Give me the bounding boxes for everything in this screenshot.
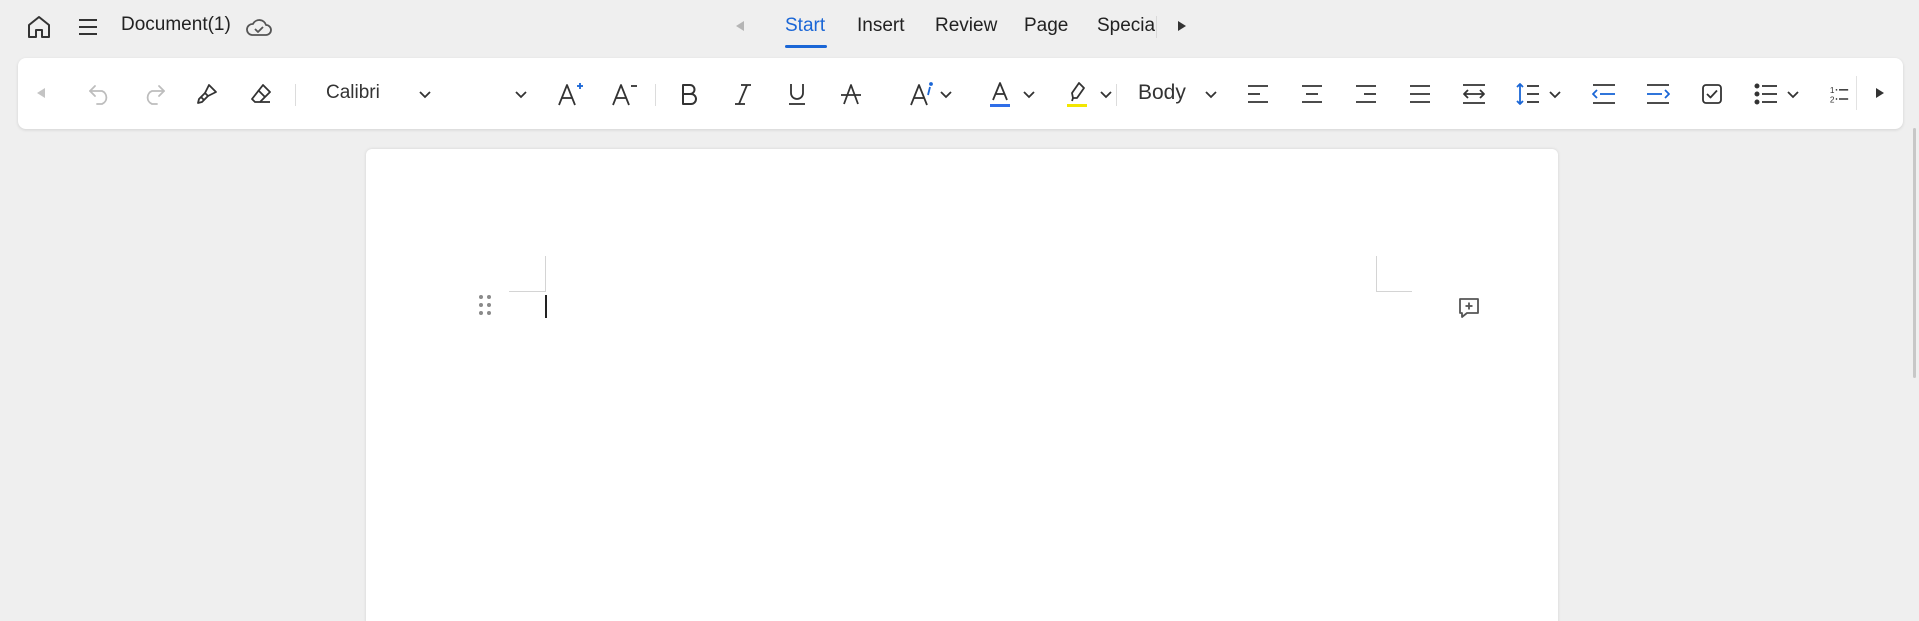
shrink-font-icon[interactable] — [608, 78, 640, 110]
margin-corner-mark — [1376, 291, 1412, 292]
numbered-list-icon[interactable]: 12 — [1829, 79, 1849, 109]
forward-icon[interactable] — [1872, 83, 1888, 103]
line-spacing-chevron-down-icon[interactable] — [1548, 87, 1562, 105]
font-name-chevron-down-icon[interactable] — [418, 87, 432, 105]
justify-icon[interactable] — [1405, 79, 1435, 109]
margin-corner-mark — [545, 256, 546, 292]
margin-corner-mark — [509, 291, 545, 292]
align-center-icon[interactable] — [1297, 79, 1327, 109]
tabs-scroll-left-icon[interactable] — [732, 16, 748, 36]
active-tab-indicator — [785, 45, 827, 48]
checkbox-icon[interactable] — [1697, 79, 1727, 109]
strikethrough-icon[interactable] — [836, 79, 866, 109]
tab-special-clipped: Specia — [1095, 10, 1155, 46]
tabs-scroll-right-icon[interactable] — [1174, 16, 1190, 36]
font-size-chevron-down-icon[interactable] — [514, 87, 528, 105]
distributed-icon[interactable] — [1459, 79, 1489, 109]
tab-page[interactable]: Page — [1024, 15, 1068, 37]
back-icon[interactable] — [33, 83, 49, 103]
bullet-list-icon[interactable] — [1751, 79, 1781, 109]
font-color-icon[interactable] — [985, 78, 1015, 110]
ribbon-tabs: Start Insert Review Page Specia — [0, 0, 1919, 54]
paragraph-style-select[interactable]: Body — [1138, 81, 1186, 105]
bullet-list-chevron-down-icon[interactable] — [1786, 87, 1800, 105]
formatting-toolbar: Calibri Body 1 2 — [18, 58, 1903, 129]
grow-font-icon[interactable] — [554, 78, 586, 110]
add-comment-icon[interactable] — [1455, 294, 1483, 322]
align-right-icon[interactable] — [1351, 79, 1381, 109]
tab-start[interactable]: Start — [785, 15, 825, 37]
document-body-text[interactable] — [560, 294, 1360, 320]
font-name-select[interactable]: Calibri — [326, 82, 380, 104]
format-painter-icon[interactable] — [192, 79, 222, 109]
decrease-indent-icon[interactable] — [1589, 79, 1619, 109]
svg-text:2: 2 — [1830, 94, 1835, 104]
italic-icon[interactable] — [728, 79, 758, 109]
line-spacing-icon[interactable] — [1513, 79, 1543, 109]
toolbar-separator — [655, 84, 656, 106]
highlight-icon[interactable] — [1062, 78, 1092, 110]
top-bar: Document(1) Start Insert Review Page Spe… — [0, 0, 1919, 54]
undo-icon[interactable] — [85, 79, 115, 109]
increase-indent-icon[interactable] — [1643, 79, 1673, 109]
toolbar-separator — [1116, 84, 1117, 106]
highlight-chevron-down-icon[interactable] — [1099, 87, 1113, 105]
redo-icon[interactable] — [139, 79, 169, 109]
bold-icon[interactable] — [674, 79, 704, 109]
font-color-chevron-down-icon[interactable] — [1022, 87, 1036, 105]
margin-corner-mark — [1376, 256, 1377, 292]
document-page[interactable] — [366, 149, 1558, 621]
toolbar-separator — [295, 84, 296, 106]
toolbar-overflow-divider — [1856, 76, 1857, 110]
align-left-icon[interactable] — [1243, 79, 1273, 109]
underline-icon[interactable] — [782, 79, 812, 109]
paragraph-style-chevron-down-icon[interactable] — [1204, 87, 1218, 105]
text-effects-chevron-down-icon[interactable] — [939, 87, 953, 105]
tabs-divider — [1156, 16, 1157, 38]
text-cursor — [545, 295, 547, 318]
font-size-select[interactable] — [458, 82, 508, 104]
vertical-scrollbar[interactable] — [1913, 128, 1916, 378]
drag-handle-icon[interactable] — [475, 292, 495, 318]
tab-review[interactable]: Review — [935, 15, 997, 37]
tab-special[interactable]: Specia — [1097, 15, 1155, 37]
tab-insert[interactable]: Insert — [857, 15, 905, 37]
text-effects-icon[interactable] — [906, 78, 936, 110]
eraser-icon[interactable] — [246, 79, 276, 109]
